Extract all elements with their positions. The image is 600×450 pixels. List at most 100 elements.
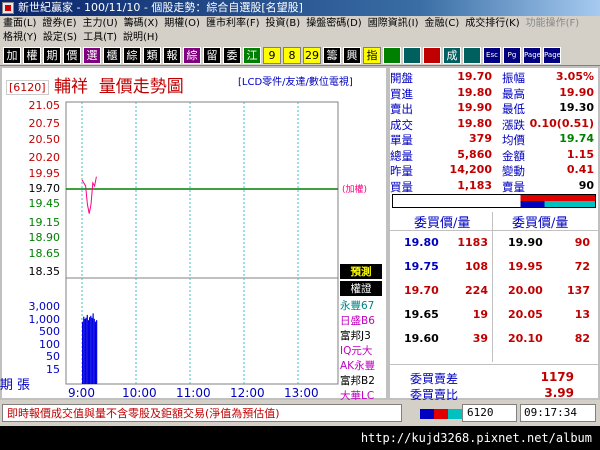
toolbar-button[interactable]: 留 [203,47,221,64]
toolbar-button[interactable]: Page [523,47,541,64]
menu-item[interactable]: 國際資訊(I) [365,17,422,31]
quote-label: 單量 [390,133,413,147]
quote-label: 賣量 [502,179,525,194]
menu-item[interactable]: 畫面(L) [0,17,39,31]
menu-item[interactable]: 投資(B) [263,17,304,31]
menu-item[interactable]: 功能操作(F) [523,17,583,31]
quote-label: 金額 [502,148,525,163]
chart-title-text: 量價走勢圖 [98,77,184,97]
y-tick-label: 18.65 [28,246,61,260]
orderbook-row: 19.80 1183 19.90 90 [390,236,598,258]
divider [390,364,598,365]
orderbook-row: 19.75 108 19.95 72 [390,260,598,282]
toolbar-button[interactable]: 櫃 [103,47,121,64]
toolbar-button[interactable]: 綜 [183,47,201,64]
quote-value: 19.80 [457,85,492,99]
ask-qty: 90 [574,236,590,249]
ask-qty: 13 [574,308,590,321]
status-stock-code[interactable]: 6120 [462,404,517,422]
x-tick-label: 13:00 [284,386,319,400]
quote-value: 14,200 [449,163,492,176]
quote-panel: 委買價/量 委買價/量 19.80 1183 19.90 90 19.75 108 19.9… [388,66,600,402]
toolbar-button[interactable] [463,47,481,64]
menu-item[interactable]: 期權(O) [161,17,203,31]
ask-qty: 137 [567,284,590,297]
broker-list: 預測 權證 永豐67 日盛B6 富邦J3 IQ元大 AK永豐 富邦B2 大華LC [340,264,382,403]
quote-label: 最高 [502,86,525,101]
quote-label: 振幅 [502,71,525,85]
menu-item[interactable]: 籌碼(X) [121,17,162,31]
toolbar-button[interactable]: 權 [23,47,41,64]
toolbar-button[interactable] [383,47,401,64]
broker-item: AK永豐 [340,360,376,372]
menu-item[interactable]: 工具(T) [80,31,120,45]
toolbar-button[interactable]: 9 [263,47,281,64]
y-tick-label: 19.45 [28,197,61,211]
broker-item: IQ元大 [340,345,373,357]
toolbar-button[interactable] [403,47,421,64]
bid-price: 19.65 [404,308,439,321]
volume-bar [85,317,87,384]
menu-item[interactable]: 金融(C) [421,17,462,31]
toolbar-button[interactable]: 興 [343,47,361,64]
y-tick-label: 21.05 [28,99,61,112]
watermark-strip: http://kujd3268.pixnet.net/album [0,426,600,450]
volume-bar [94,321,97,384]
toolbar-button[interactable]: 江 [243,47,261,64]
y-tick-label: 19.15 [28,215,61,229]
bid-ask-diff-label: 委買賣差 [410,372,459,386]
menu-item[interactable]: 成交排行(K) [462,17,522,31]
broker-toggle-button[interactable]: 權證 [340,281,382,296]
menu-item[interactable]: 操盤密碼(D) [303,17,365,31]
y-tick-label: 20.75 [28,117,61,131]
toolbar-button[interactable]: 29 [303,47,321,64]
volume-tick-label: 3,000 [28,300,61,313]
toolbar-button[interactable]: Page [543,47,561,64]
y-tick-label: 19.95 [28,166,61,180]
bid-price: 19.75 [404,260,439,273]
toolbar-button[interactable]: 報 [163,47,181,64]
ask-qty: 72 [574,260,590,273]
toolbar-button[interactable]: 籌 [323,47,341,64]
menu-item[interactable]: 格視(Y) [0,31,40,45]
menu-row-secondary: 格視(Y) 設定(S) 工具(T) 說明(H) [0,31,161,45]
volume-bar [82,321,84,384]
toolbar-button[interactable]: 選 [83,47,101,64]
bid-ask-diff-value: 1179 [540,370,574,384]
menu-item[interactable]: 設定(S) [40,31,80,45]
toolbar-button[interactable]: 委 [223,47,241,64]
toolbar-button[interactable]: 綜 [123,47,141,64]
quote-label: 最低 [502,102,525,116]
menu-item[interactable]: 證券(E) [39,17,79,31]
toolbar-button[interactable]: 指 [363,47,381,64]
orderbook-row: 19.65 19 20.05 13 [390,308,598,330]
quote-row: 昨量 14,200 變動 0.41 [390,163,598,178]
x-tick-label: 12:00 [230,386,265,400]
bid-ask-ratio-value: 3.99 [544,386,574,400]
toolbar-button[interactable]: 成 [443,47,461,64]
toolbar-button[interactable]: 價 [63,47,81,64]
ask-price: 20.00 [508,284,543,297]
quote-label: 成交 [390,117,413,132]
status-time: 09:17:34 [520,404,596,422]
toolbar-button[interactable]: 期 [43,47,61,64]
y-tick-label: 18.35 [28,265,61,278]
toolbar-button[interactable]: 8 [283,47,301,64]
broker-item: 永豐67 [340,300,375,312]
toolbar-button[interactable]: Pg [503,47,521,64]
y-tick-label: 20.20 [28,151,61,165]
toolbar-button[interactable]: Esc [483,47,501,64]
toolbar-button[interactable] [423,47,441,64]
menu-item[interactable]: 主力(U) [80,17,121,31]
menu-item[interactable]: 匯市利率(F) [203,17,263,31]
volume-tick-label: 500 [39,325,60,338]
broker-toggle-button[interactable]: 預測 [340,264,382,279]
quote-row: 成交 19.80 漲跌 0.10(0.51) [390,117,598,132]
y-tick-label: 19.70 [28,182,61,195]
menu-item[interactable]: 說明(H) [120,31,161,45]
toolbar-button[interactable]: 類 [143,47,161,64]
quote-row: 賣出 19.90 最低 19.30 [390,101,598,116]
quote-value: 90 [578,178,594,192]
toolbar-button[interactable]: 加 [3,47,21,64]
quote-value: 19.90 [559,85,594,99]
